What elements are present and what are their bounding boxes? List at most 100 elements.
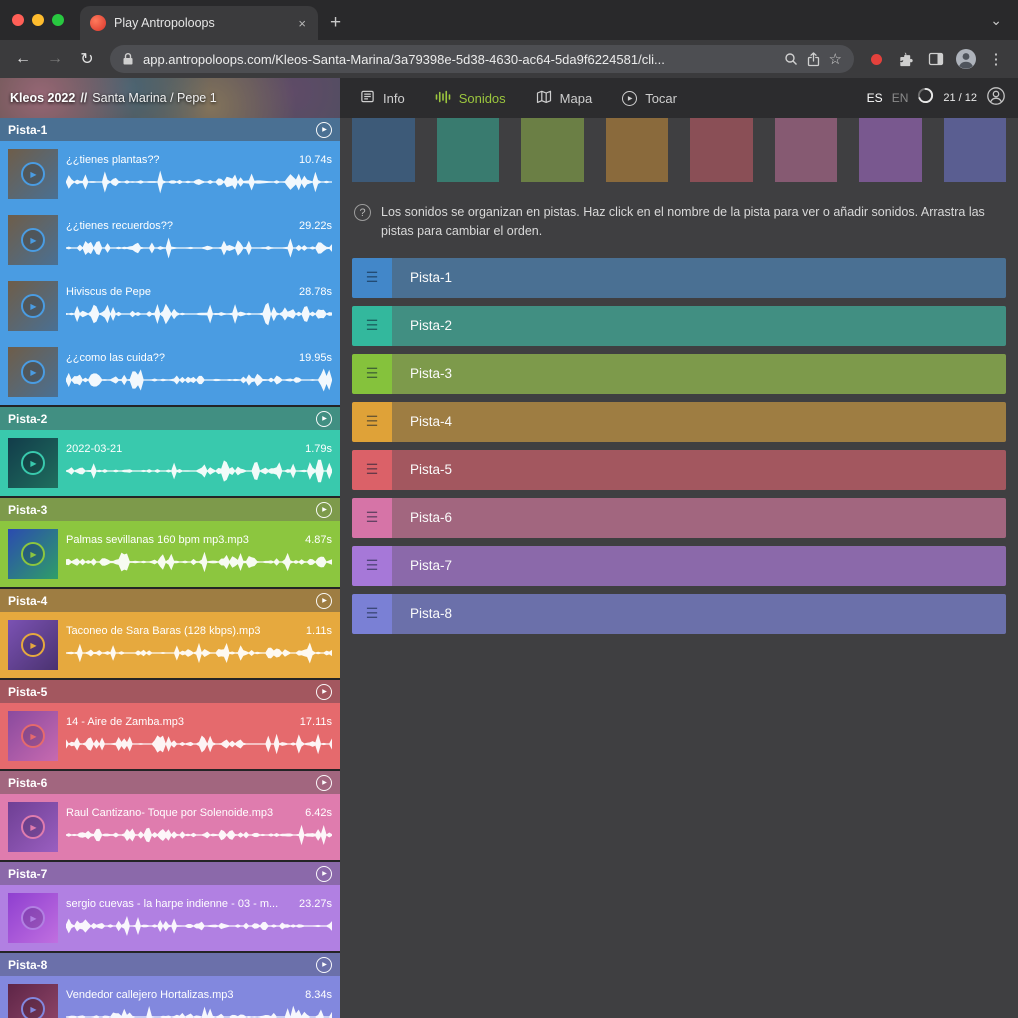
clip-title: ¿¿tienes plantas??: [66, 154, 293, 166]
sound-clip[interactable]: ▶ Hiviscus de Pepe 28.78s: [0, 273, 340, 339]
sound-clip[interactable]: ▶ Raul Cantizano- Toque por Solenoide.mp…: [0, 794, 340, 860]
track-swatch[interactable]: [606, 118, 669, 182]
drag-handle-icon[interactable]: ☰: [352, 306, 392, 346]
track-row[interactable]: ☰ Pista-5: [352, 450, 1006, 490]
track-play-button[interactable]: ▶: [316, 411, 332, 427]
track-swatch[interactable]: [352, 118, 415, 182]
side-panel-icon[interactable]: [922, 45, 950, 73]
tab-close-icon[interactable]: ×: [296, 16, 308, 31]
project-cover-strip: Kleos 2022 // Santa Marina / Pepe 1: [0, 78, 340, 118]
track-row[interactable]: ☰ Pista-7: [352, 546, 1006, 586]
close-window-button[interactable]: [12, 14, 24, 26]
profile-avatar[interactable]: [952, 45, 980, 73]
track-play-button[interactable]: ▶: [316, 593, 332, 609]
clip-play-overlay-icon[interactable]: ▶: [21, 724, 45, 748]
language-en[interactable]: EN: [892, 91, 909, 105]
track-section-header[interactable]: Pista-5 ▶: [0, 680, 340, 703]
drag-handle-icon[interactable]: ☰: [352, 258, 392, 298]
clip-thumbnail: ▶: [8, 620, 58, 670]
track-play-button[interactable]: ▶: [316, 957, 332, 973]
share-icon[interactable]: [807, 52, 820, 67]
tab-tocar[interactable]: ▶ Tocar: [622, 91, 677, 106]
breadcrumb-project[interactable]: Kleos 2022: [10, 91, 75, 105]
clip-play-overlay-icon[interactable]: ▶: [21, 294, 45, 318]
sound-clip[interactable]: ▶ 14 - Aire de Zamba.mp3 17.11s: [0, 703, 340, 769]
track-swatch[interactable]: [944, 118, 1007, 182]
back-button[interactable]: ←: [8, 44, 38, 74]
bookmark-star-icon[interactable]: ☆: [829, 50, 842, 68]
clip-thumbnail: ▶: [8, 281, 58, 331]
sound-clip[interactable]: ▶ sergio cuevas - la harpe indienne - 03…: [0, 885, 340, 951]
browser-tab[interactable]: Play Antropoloops ×: [80, 6, 318, 40]
clip-thumbnail: ▶: [8, 711, 58, 761]
new-tab-button[interactable]: +: [318, 6, 353, 40]
track-play-button[interactable]: ▶: [316, 775, 332, 791]
clip-play-overlay-icon[interactable]: ▶: [21, 542, 45, 566]
drag-handle-icon[interactable]: ☰: [352, 594, 392, 634]
clip-play-overlay-icon[interactable]: ▶: [21, 906, 45, 930]
sound-clip[interactable]: ▶ ¿¿tienes recuerdos?? 29.22s: [0, 207, 340, 273]
record-extension-icon[interactable]: [862, 45, 890, 73]
tab-mapa[interactable]: Mapa: [536, 90, 593, 107]
extensions-puzzle-icon[interactable]: [892, 45, 920, 73]
sound-clip[interactable]: ▶ ¿¿como las cuida?? 19.95s: [0, 339, 340, 405]
tab-search-chevron-icon[interactable]: ⌄: [974, 12, 1018, 29]
track-section-header[interactable]: Pista-6 ▶: [0, 771, 340, 794]
drag-handle-icon[interactable]: ☰: [352, 354, 392, 394]
drag-handle-icon[interactable]: ☰: [352, 402, 392, 442]
track-row[interactable]: ☰ Pista-4: [352, 402, 1006, 442]
track-play-button[interactable]: ▶: [316, 866, 332, 882]
drag-handle-icon[interactable]: ☰: [352, 498, 392, 538]
sound-clip[interactable]: ▶ 2022-03-21 1.79s: [0, 430, 340, 496]
forward-button[interactable]: →: [40, 44, 70, 74]
track-section-header[interactable]: Pista-4 ▶: [0, 589, 340, 612]
track-swatch[interactable]: [859, 118, 922, 182]
clip-play-overlay-icon[interactable]: ▶: [21, 451, 45, 475]
track-section-header[interactable]: Pista-3 ▶: [0, 498, 340, 521]
track-row[interactable]: ☰ Pista-1: [352, 258, 1006, 298]
track-section-header[interactable]: Pista-1 ▶: [0, 118, 340, 141]
track-swatch[interactable]: [690, 118, 753, 182]
track-section-header[interactable]: Pista-7 ▶: [0, 862, 340, 885]
track-row-label: Pista-2: [410, 318, 452, 333]
address-bar[interactable]: app.antropoloops.com/Kleos-Santa-Marina/…: [110, 45, 854, 73]
sound-clip[interactable]: ▶ ¿¿tienes plantas?? 10.74s: [0, 141, 340, 207]
track-section-header[interactable]: Pista-2 ▶: [0, 407, 340, 430]
reload-button[interactable]: ↻: [72, 44, 102, 74]
clip-play-overlay-icon[interactable]: ▶: [21, 228, 45, 252]
track-swatch[interactable]: [437, 118, 500, 182]
drag-handle-icon[interactable]: ☰: [352, 450, 392, 490]
track-row[interactable]: ☰ Pista-2: [352, 306, 1006, 346]
zoom-window-button[interactable]: [52, 14, 64, 26]
account-icon[interactable]: [986, 86, 1006, 111]
minimize-window-button[interactable]: [32, 14, 44, 26]
drag-handle-icon[interactable]: ☰: [352, 546, 392, 586]
lock-icon[interactable]: [122, 52, 134, 66]
clip-play-overlay-icon[interactable]: ▶: [21, 815, 45, 839]
sound-clip[interactable]: ▶ Palmas sevillanas 160 bpm mp3.mp3 4.87…: [0, 521, 340, 587]
sound-clip[interactable]: ▶ Taconeo de Sara Baras (128 kbps).mp3 1…: [0, 612, 340, 678]
tab-info[interactable]: Info: [360, 89, 405, 107]
clip-play-overlay-icon[interactable]: ▶: [21, 633, 45, 657]
track-play-button[interactable]: ▶: [316, 122, 332, 138]
tab-sonidos[interactable]: Sonidos: [435, 90, 506, 107]
track-play-button[interactable]: ▶: [316, 502, 332, 518]
track-section-header[interactable]: Pista-8 ▶: [0, 953, 340, 976]
clip-play-overlay-icon[interactable]: ▶: [21, 360, 45, 384]
sound-clip[interactable]: ▶ Vendedor callejero Hortalizas.mp3 8.34…: [0, 976, 340, 1018]
clip-thumbnail: ▶: [8, 347, 58, 397]
clip-play-overlay-icon[interactable]: ▶: [21, 162, 45, 186]
zoom-icon[interactable]: [784, 52, 798, 66]
track-swatch[interactable]: [521, 118, 584, 182]
track-row[interactable]: ☰ Pista-8: [352, 594, 1006, 634]
language-es[interactable]: ES: [867, 91, 883, 105]
browser-menu-icon[interactable]: ⋮: [982, 45, 1010, 73]
track-swatch[interactable]: [775, 118, 838, 182]
clip-waveform: [66, 235, 332, 261]
clip-waveform: [66, 549, 332, 575]
track-row[interactable]: ☰ Pista-3: [352, 354, 1006, 394]
track-play-button[interactable]: ▶: [316, 684, 332, 700]
track-row[interactable]: ☰ Pista-6: [352, 498, 1006, 538]
track-name: Pista-1: [8, 123, 47, 137]
clip-play-overlay-icon[interactable]: ▶: [21, 997, 45, 1018]
